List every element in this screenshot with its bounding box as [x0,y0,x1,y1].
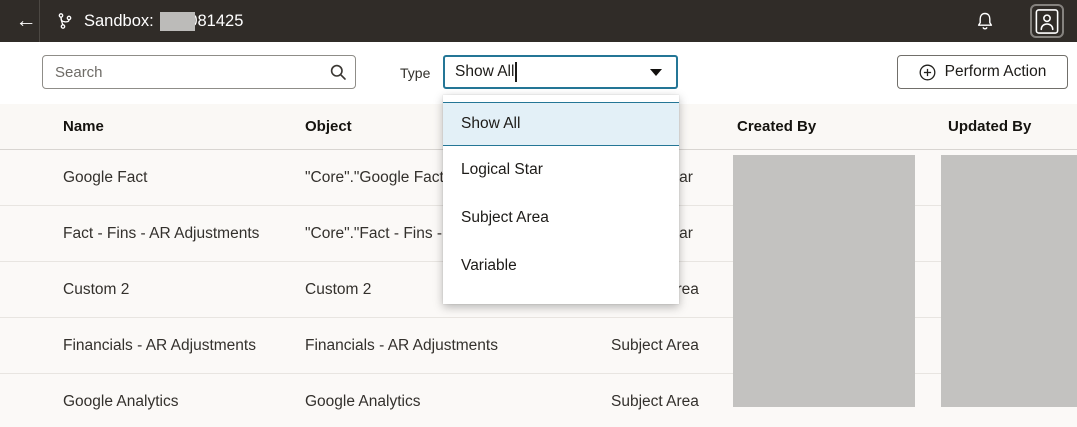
user-badge-icon [1035,8,1059,35]
table-row[interactable]: Financials - AR Adjustments Financials -… [0,318,1077,374]
dropdown-option-show-all[interactable]: Show All [443,102,679,146]
table-row[interactable]: Google Analytics Google Analytics Subjec… [0,374,1077,427]
cell-name: Google Analytics [63,374,178,427]
type-filter-label: Type [400,42,430,104]
column-header-object[interactable]: Object [305,104,352,149]
redaction-box-created-by [733,155,915,407]
dropdown-option-logical-star[interactable]: Logical Star [443,146,679,194]
branch-icon [56,12,74,30]
perform-action-label: Perform Action [945,63,1047,81]
column-header-name[interactable]: Name [63,104,104,149]
cell-type: Subject Area [611,374,699,427]
topbar: ← Sandbox: 081425 [0,0,1077,42]
redaction-box-updated-by [941,155,1077,407]
cell-type: Subject Area [611,318,699,373]
column-header-updated-by[interactable]: Updated By [948,104,1031,149]
user-avatar-button[interactable] [1030,4,1064,38]
cell-object: Financials - AR Adjustments [305,318,498,373]
column-header-created-by[interactable]: Created By [737,104,816,149]
type-combobox[interactable]: Show All [443,55,678,89]
dropdown-option-subject-area[interactable]: Subject Area [443,194,679,242]
cell-object: Custom 2 [305,262,371,317]
app-root: ← Sandbox: 081425 [0,0,1077,427]
page-title-prefix: Sandbox: [84,12,158,31]
chevron-down-icon [650,69,662,76]
type-combobox-value: Show All [455,63,514,81]
search-field-wrap [42,55,356,89]
notifications-bell-icon[interactable] [975,11,995,31]
topbar-divider [39,0,40,42]
cell-name: Financials - AR Adjustments [63,318,256,373]
search-input[interactable] [42,55,356,89]
plus-circle-icon [919,64,936,81]
cell-name: Google Fact [63,150,147,205]
cell-object: Google Analytics [305,374,420,427]
cell-name: Fact - Fins - AR Adjustments [63,206,259,261]
back-icon[interactable]: ← [12,0,40,42]
page-title: Sandbox: 081425 [84,0,243,42]
text-cursor [515,62,517,82]
dropdown-option-variable[interactable]: Variable [443,242,679,290]
page-title-suffix: 081425 [188,12,243,31]
redaction-box-title [160,12,195,31]
cell-name: Custom 2 [63,262,129,317]
cell-object: "Core"."Google Fact" [305,150,449,205]
perform-action-button[interactable]: Perform Action [897,55,1068,89]
type-dropdown-panel: Show All Logical Star Subject Area Varia… [443,95,679,304]
